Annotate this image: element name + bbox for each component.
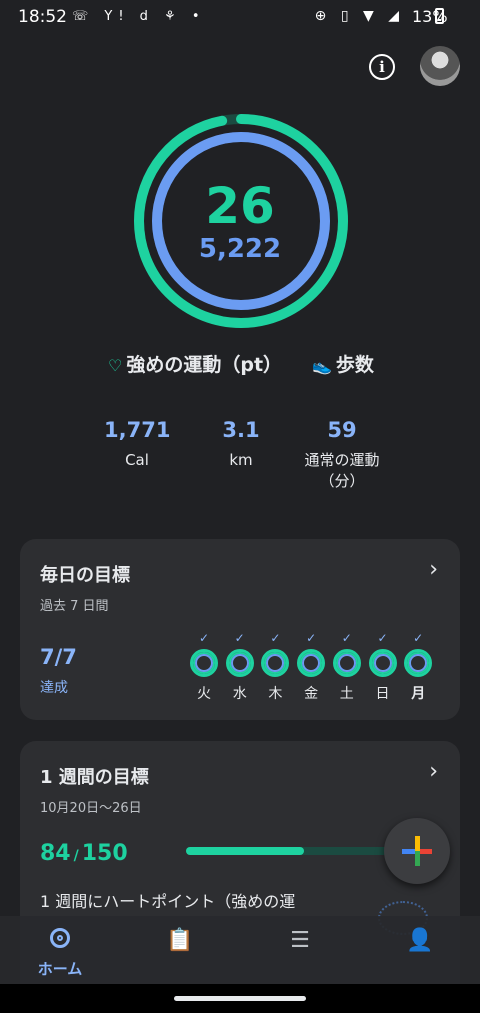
progress-fill (186, 847, 304, 855)
weekly-progress-bar (186, 847, 396, 855)
day-ring-icon (297, 649, 326, 677)
day-label: 月 (411, 686, 426, 702)
home-icon (50, 928, 70, 948)
daily-goal-card[interactable]: 毎日の目標 › 過去 7 日間 7/7 達成 ✓ 火 ✓ 水 ✓ 木 ✓ 金 ✓ 土 ✓ 日 ✓ 月 (20, 539, 460, 720)
stat-calories: 1,771 Cal (104, 418, 170, 471)
weekly-description: 1 週間にハートポイント（強めの運 (40, 892, 296, 911)
nav-home-label: ホーム (37, 960, 83, 978)
status-bar: 18:52 ☏ Y! d ⚘ • ⊕ ▯ ▼ ◢ 13% (0, 0, 480, 36)
day-label: 火 (197, 686, 211, 702)
bottom-navigation: ホーム 📋 ☰ 👤 (0, 916, 480, 984)
check-icon: ✓ (306, 631, 317, 645)
day-label: 木 (268, 686, 283, 702)
avatar[interactable] (420, 46, 460, 86)
achieved-count: 7/7 (40, 645, 77, 669)
weekly-current: 84 (40, 841, 71, 866)
day-label: 日 (375, 686, 390, 702)
card-title: 1 週間の目標 (40, 767, 149, 788)
check-icon: ✓ (341, 631, 352, 645)
stat-move-minutes: 59 通常の運動 （分） (290, 418, 394, 492)
day-label: 金 (304, 686, 319, 702)
stat-label: Cal (125, 451, 149, 469)
day-goal-item: ✓ 火 (188, 631, 220, 703)
chevron-right-icon[interactable]: › (429, 557, 438, 582)
check-icon: ✓ (413, 631, 424, 645)
day-ring-icon (190, 649, 218, 677)
check-icon: ✓ (198, 631, 210, 645)
nav-home[interactable]: ホーム (0, 916, 120, 984)
browse-icon: ☰ (290, 928, 310, 953)
weekly-separator: / (73, 848, 79, 864)
info-icon[interactable]: i (369, 54, 395, 80)
weekly-progress-value: 84/150 (40, 841, 128, 866)
day-goal-item: ✓ 月 (402, 631, 434, 703)
day-ring-icon (225, 649, 254, 677)
check-icon: ✓ (234, 631, 245, 645)
nav-browse[interactable]: ☰ (240, 916, 360, 984)
day-goal-item: ✓ 土 (331, 631, 363, 703)
stat-label: 通常の運動 （分） (304, 451, 380, 490)
nav-profile[interactable]: 👤 (360, 916, 480, 984)
card-subtitle: 過去 7 日間 (40, 599, 109, 614)
day-goal-item: ✓ 日 (367, 631, 399, 703)
steps-value: 5,222 (198, 234, 282, 264)
add-button[interactable] (384, 818, 450, 884)
heart-points-label: 強めの運動（pt） (126, 354, 283, 376)
achieved-label: 達成 (40, 680, 68, 696)
nav-journal[interactable]: 📋 (120, 916, 240, 984)
heart-icon: ♡ (108, 356, 123, 375)
gesture-handle[interactable] (174, 996, 306, 1001)
stat-value: 3.1 (222, 418, 260, 442)
day-ring-icon (368, 649, 397, 677)
day-goal-item: ✓ 水 (224, 631, 256, 703)
heart-points-value: 26 (205, 177, 275, 235)
journal-icon: 📋 (166, 928, 194, 953)
day-goal-item: ✓ 金 (295, 631, 327, 703)
heart-points-legend: ♡ 強めの運動（pt） (108, 350, 282, 377)
stat-value: 1,771 (104, 418, 171, 442)
weekly-target: 150 (81, 841, 128, 866)
date-range: 10月20日～26日 (40, 801, 142, 816)
stat-distance: 3.1 km (214, 418, 268, 471)
day-ring-icon (404, 649, 433, 677)
steps-legend: 👟 歩数 (312, 350, 374, 377)
stat-value: 59 (327, 418, 357, 442)
day-ring-icon (261, 649, 290, 677)
clock: 18:52 (18, 7, 67, 27)
profile-icon: 👤 (406, 928, 434, 953)
notification-icons: ☏ Y! d ⚘ • (72, 9, 206, 24)
stat-label: km (229, 451, 253, 469)
check-icon: ✓ (377, 631, 388, 645)
day-ring-icon (332, 649, 361, 677)
battery-percent: 13% (412, 7, 448, 26)
day-label: 土 (339, 686, 354, 702)
check-icon: ✓ (270, 631, 281, 645)
day-goal-item: ✓ 木 (259, 631, 291, 703)
system-icons: ⊕ ▯ ▼ ◢ (314, 8, 404, 24)
chevron-right-icon[interactable]: › (429, 759, 438, 784)
shoe-icon: 👟 (312, 356, 332, 375)
steps-label: 歩数 (335, 354, 374, 376)
day-label: 水 (232, 686, 247, 702)
card-title: 毎日の目標 (40, 565, 130, 586)
